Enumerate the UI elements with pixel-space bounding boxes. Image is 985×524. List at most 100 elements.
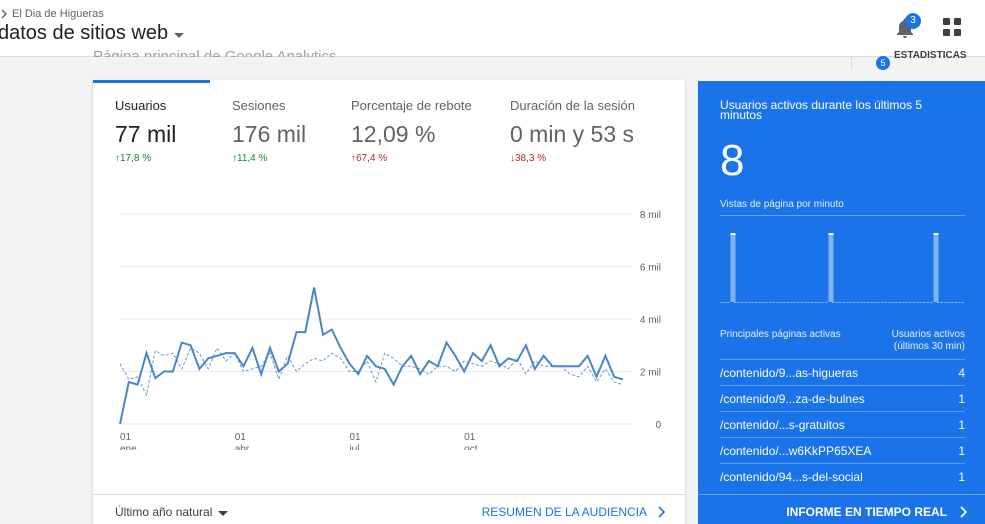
page-subtitle: Página principal de Google Analytics	[93, 48, 337, 57]
y-tick-label: 8 mil	[640, 210, 661, 221]
metric-value: 12,09 %	[351, 121, 436, 147]
breadcrumb-account[interactable]: El Dia de Higueras	[12, 8, 104, 20]
pageview-bar	[860, 302, 863, 303]
page-path[interactable]: /contenido/94...s-del-social	[720, 470, 863, 484]
pageview-bar	[867, 302, 870, 303]
pageview-bar	[751, 302, 754, 303]
y-tick-label: 2 mil	[640, 368, 661, 379]
page-users: 1	[958, 391, 965, 406]
pageview-bar	[905, 302, 908, 303]
page-users: 1	[958, 417, 965, 432]
pageview-bar	[881, 302, 884, 303]
pageviews-per-minute-chart	[720, 233, 964, 303]
date-range-selector[interactable]: Último año natural	[115, 505, 229, 519]
realtime-report-link[interactable]: INFORME EN TIEMPO REAL	[786, 505, 967, 519]
chevron-right-icon[interactable]	[657, 506, 665, 518]
pageview-bar	[849, 302, 852, 303]
metric-label: Sesiones	[232, 98, 286, 113]
pageview-bar	[846, 302, 849, 303]
pageview-bar	[839, 302, 842, 303]
pageview-bar	[902, 302, 905, 303]
pageview-bar	[755, 302, 758, 303]
pageview-bar	[811, 302, 814, 303]
pageview-bar-cap	[730, 233, 736, 235]
pageview-bar	[884, 302, 887, 303]
divider	[851, 57, 852, 70]
metric-tab-sessions[interactable]: Sesiones 176 mil ↑11,4 %	[232, 98, 306, 164]
top-bar: El Dia de Higueras datos de sitios web 3…	[0, 0, 985, 70]
realtime-footer: INFORME EN TIEMPO REAL	[698, 494, 985, 524]
notifications-count-badge: 3	[905, 13, 921, 29]
pageview-bar	[863, 302, 866, 303]
page-users: 4	[958, 365, 965, 380]
chevron-right-icon[interactable]	[959, 506, 967, 518]
caret-down-icon[interactable]	[218, 510, 229, 516]
y-tick-label: 4 mil	[640, 315, 661, 326]
pageview-bar	[762, 302, 765, 303]
page-path[interactable]: /contenido/9...as-higueras	[720, 366, 858, 380]
metric-change: ↑17,8 %	[115, 153, 152, 164]
top-page-row[interactable]: /contenido/...w6KkPP65XEA 1	[720, 437, 965, 463]
page-path[interactable]: /contenido/...w6KkPP65XEA	[720, 444, 871, 458]
pageview-bar	[772, 302, 775, 303]
metric-value: 77 mil	[115, 121, 177, 147]
y-tick-label: 0	[655, 420, 661, 431]
pageview-bar	[933, 233, 939, 302]
audience-line-chart[interactable]: 8 mil6 mil4 mil2 mil001ene01abr01jul01oc…	[93, 200, 685, 450]
pageview-bar	[814, 302, 817, 303]
pageview-bar	[944, 302, 947, 303]
pageview-bar	[958, 302, 961, 303]
pageview-bar	[807, 302, 810, 303]
pageview-bar	[748, 302, 751, 303]
pageview-bar-cap	[933, 233, 939, 235]
x-tick-label: 01abr	[235, 432, 250, 450]
audience-overview-link-label[interactable]: RESUMEN DE LA AUDIENCIA	[482, 505, 647, 519]
pageviews-per-minute-label: Vistas de página por minuto	[720, 199, 844, 210]
pageview-bar	[926, 302, 929, 303]
pageview-bar	[891, 302, 894, 303]
svg-text:oct: oct	[464, 444, 478, 450]
page-users: 1	[958, 469, 965, 484]
breadcrumb[interactable]: El Dia de Higueras	[0, 8, 104, 20]
pageview-bar	[723, 302, 726, 303]
pageview-bar	[790, 302, 793, 303]
metric-label: Duración de la sesión	[510, 98, 636, 113]
realtime-report-link-label[interactable]: INFORME EN TIEMPO REAL	[786, 505, 947, 519]
pageview-bar	[797, 302, 800, 303]
metric-value: 176 mil	[232, 121, 307, 147]
active-users-header: Usuarios activos (últimos 30 min)	[891, 329, 965, 352]
pageview-bar	[961, 302, 964, 303]
realtime-card: Usuarios activos durante los últimos 5 m…	[698, 81, 985, 524]
page-path[interactable]: /contenido/...s-gratuitos	[720, 418, 845, 432]
metric-tab-bounce-rate[interactable]: Porcentaje de rebote 12,09 % ↑67,4 %	[351, 98, 472, 164]
top-page-row[interactable]: /contenido/...s-gratuitos 1	[720, 411, 965, 437]
top-page-row[interactable]: /contenido/94...s-del-social 1	[720, 463, 965, 489]
page-path[interactable]: /contenido/9...za-de-bulnes	[720, 392, 865, 406]
pageview-bar	[951, 302, 954, 303]
caret-down-icon[interactable]	[174, 32, 185, 38]
top-page-row[interactable]: /contenido/9...as-higueras 4	[720, 359, 965, 385]
audience-overview-link[interactable]: RESUMEN DE LA AUDIENCIA	[482, 505, 665, 519]
insights-label[interactable]: ESTADÍSTICAS	[894, 51, 967, 60]
pageview-bar	[856, 302, 859, 303]
chevron-right-icon	[1, 9, 7, 19]
pageview-bar	[954, 302, 957, 303]
pageview-bar	[853, 302, 856, 303]
date-range-label[interactable]: Último año natural	[115, 505, 212, 519]
pageview-bar	[919, 302, 922, 303]
pageview-bar	[835, 302, 838, 303]
property-selector[interactable]: datos de sitios web	[0, 22, 185, 45]
realtime-title: Usuarios activos durante los últimos 5 m…	[720, 98, 923, 122]
pageview-bar	[877, 302, 880, 303]
insights-button[interactable]: 5 ESTADÍSTICAS	[876, 48, 967, 70]
pageview-bar	[730, 233, 736, 302]
metric-tab-session-duration[interactable]: Duración de la sesión 0 min y 53 s ↓38,3…	[510, 98, 635, 164]
pageview-bar	[765, 302, 768, 303]
metric-tab-users[interactable]: Usuarios 77 mil ↑17,8 %	[115, 98, 176, 164]
pageview-bar	[800, 302, 803, 303]
property-name[interactable]: datos de sitios web	[0, 22, 168, 45]
apps-grid-icon[interactable]	[943, 18, 961, 36]
metric-label: Porcentaje de rebote	[351, 98, 472, 113]
top-page-row[interactable]: /contenido/9...za-de-bulnes 1	[720, 385, 965, 411]
pageview-bar	[912, 302, 915, 303]
